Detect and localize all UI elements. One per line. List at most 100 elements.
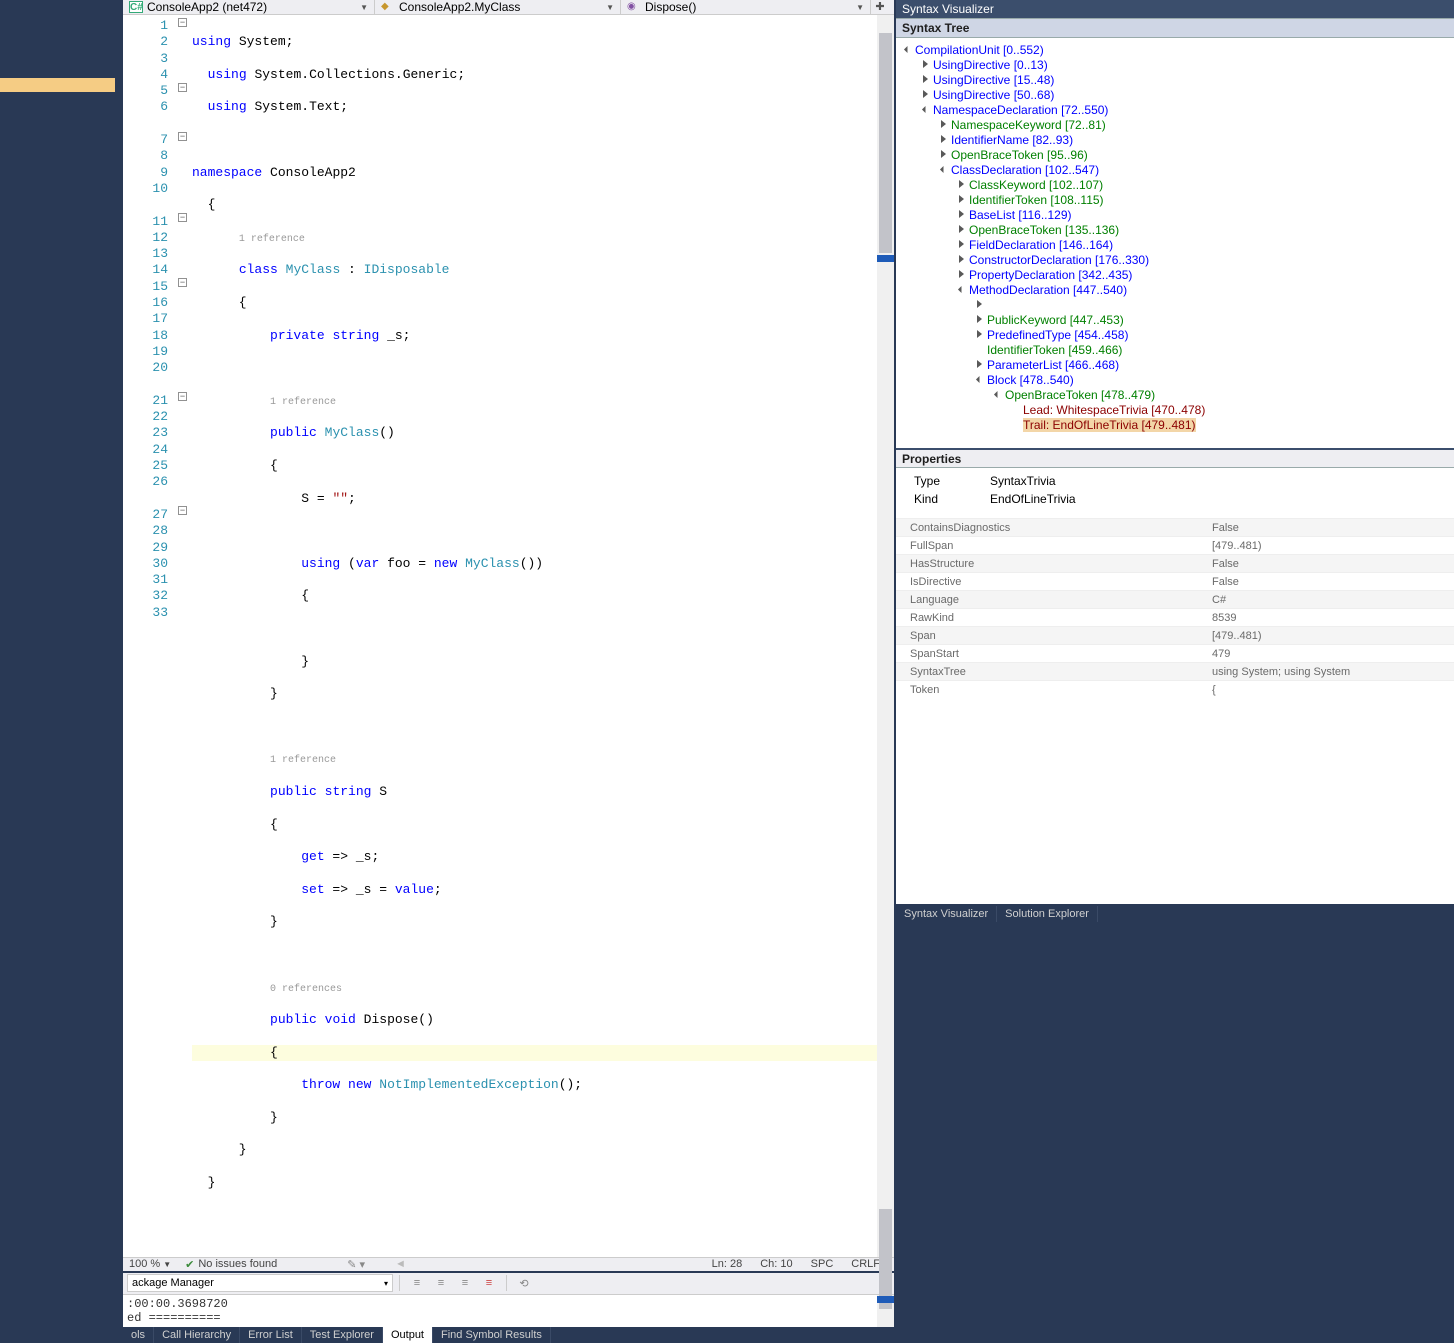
property-grid-row[interactable]: Token{	[896, 680, 1454, 698]
tree-node[interactable]: CompilationUnit [0..552)	[898, 42, 1452, 57]
tab-solution-explorer[interactable]: Solution Explorer	[997, 906, 1098, 922]
tree-twisty-icon[interactable]	[940, 120, 949, 129]
tree-twisty-icon[interactable]	[958, 225, 967, 234]
tree-node[interactable]: OpenBraceToken [135..136)	[898, 222, 1452, 237]
fold-toggle[interactable]	[178, 506, 187, 515]
property-grid-row[interactable]: SpanStart479	[896, 644, 1454, 662]
tree-node[interactable]: BaseList [116..129)	[898, 207, 1452, 222]
fold-toggle[interactable]	[178, 132, 187, 141]
clear-icon[interactable]: ≡	[478, 1274, 500, 1292]
tree-node[interactable]: UsingDirective [50..68)	[898, 87, 1452, 102]
tree-twisty-icon[interactable]	[994, 390, 1003, 399]
tree-node[interactable]: NamespaceDeclaration [72..550)	[898, 102, 1452, 117]
property-grid-row[interactable]: HasStructureFalse	[896, 554, 1454, 572]
tree-twisty-icon[interactable]	[976, 345, 985, 354]
tree-twisty-icon[interactable]	[958, 240, 967, 249]
tab-output[interactable]: Output	[383, 1327, 433, 1343]
tree-twisty-icon[interactable]	[976, 360, 985, 369]
tree-twisty-icon[interactable]	[958, 210, 967, 219]
property-grid-row[interactable]: IsDirectiveFalse	[896, 572, 1454, 590]
tree-twisty-icon[interactable]	[940, 135, 949, 144]
tree-node[interactable]: MethodDeclaration [447..540)	[898, 282, 1452, 297]
tab-tools[interactable]: ols	[123, 1327, 154, 1343]
tree-node[interactable]: Block [478..540)	[898, 372, 1452, 387]
tree-twisty-icon[interactable]	[922, 75, 931, 84]
fold-toggle[interactable]	[178, 18, 187, 27]
vertical-scrollbar[interactable]	[877, 15, 894, 1257]
tab-syntax-visualizer[interactable]: Syntax Visualizer	[896, 906, 997, 922]
output-scrollbar-thumb[interactable]	[879, 1209, 892, 1309]
split-button[interactable]: ✚	[871, 0, 889, 14]
tree-node[interactable]: OpenBraceToken [478..479)	[898, 387, 1452, 402]
tree-node[interactable]: ParameterList [466..468)	[898, 357, 1452, 372]
tree-twisty-icon[interactable]	[922, 60, 931, 69]
tree-twisty-icon[interactable]	[958, 180, 967, 189]
tree-node[interactable]: ConstructorDeclaration [176..330)	[898, 252, 1452, 267]
tree-twisty-icon[interactable]	[1012, 405, 1021, 414]
tree-node[interactable]	[898, 297, 1452, 312]
property-grid-row[interactable]: RawKind8539	[896, 608, 1454, 626]
tree-node[interactable]: IdentifierName [82..93)	[898, 132, 1452, 147]
nav-arrow-left[interactable]: ◄	[395, 1258, 406, 1270]
tree-twisty-icon[interactable]	[1012, 420, 1021, 429]
tree-node[interactable]: ClassKeyword [102..107)	[898, 177, 1452, 192]
code-editor[interactable]: 123456 78910 11121314151617181920 212223…	[123, 15, 894, 1257]
tree-node[interactable]: Lead: WhitespaceTrivia [470..478)	[898, 402, 1452, 417]
tab-error-list[interactable]: Error List	[240, 1327, 302, 1343]
output-scrollbar[interactable]	[877, 1295, 894, 1327]
tree-node[interactable]: FieldDeclaration [146..164)	[898, 237, 1452, 252]
tree-node[interactable]: NamespaceKeyword [72..81)	[898, 117, 1452, 132]
code-content[interactable]: using System; using System.Collections.G…	[192, 15, 877, 1257]
tree-twisty-icon[interactable]	[958, 195, 967, 204]
tree-node[interactable]: Trail: EndOfLineTrivia [479..481)	[898, 417, 1452, 432]
tree-twisty-icon[interactable]	[904, 45, 913, 54]
properties-grid[interactable]: ContainsDiagnosticsFalseFullSpan[479..48…	[896, 518, 1454, 904]
find-icon[interactable]: ≡	[406, 1274, 428, 1292]
tab-find-symbol[interactable]: Find Symbol Results	[433, 1327, 551, 1343]
fold-toggle[interactable]	[178, 83, 187, 92]
fold-toggle[interactable]	[178, 392, 187, 401]
tree-twisty-icon[interactable]	[940, 165, 949, 174]
tab-call-hierarchy[interactable]: Call Hierarchy	[154, 1327, 240, 1343]
zoom-dropdown[interactable]: 100 % ▼	[129, 1258, 171, 1270]
property-grid-row[interactable]: SyntaxTreeusing System; using System	[896, 662, 1454, 680]
tree-twisty-icon[interactable]	[922, 105, 931, 114]
property-grid-row[interactable]: LanguageC#	[896, 590, 1454, 608]
property-grid-row[interactable]: FullSpan[479..481)	[896, 536, 1454, 554]
fold-toggle[interactable]	[178, 213, 187, 222]
tree-twisty-icon[interactable]	[976, 315, 985, 324]
nav-project-dropdown[interactable]: C# ConsoleApp2 (net472) ▼	[123, 0, 375, 14]
scrollbar-thumb[interactable]	[879, 33, 892, 253]
nav-member-dropdown[interactable]: ◉ Dispose() ▼	[621, 0, 871, 14]
nav-class-dropdown[interactable]: ◆ ConsoleApp2.MyClass ▼	[375, 0, 621, 14]
tree-twisty-icon[interactable]	[976, 300, 985, 309]
tree-node[interactable]: PredefinedType [454..458)	[898, 327, 1452, 342]
property-grid-row[interactable]: ContainsDiagnosticsFalse	[896, 518, 1454, 536]
prev-icon[interactable]: ≡	[430, 1274, 452, 1292]
tree-node[interactable]: IdentifierToken [108..115)	[898, 192, 1452, 207]
analysis-icon[interactable]: ✎ ▾	[347, 1258, 365, 1271]
tree-node[interactable]: UsingDirective [0..13)	[898, 57, 1452, 72]
issues-ok-icon: ✔	[185, 1258, 194, 1271]
property-grid-row[interactable]: Span[479..481)	[896, 626, 1454, 644]
tree-twisty-icon[interactable]	[976, 330, 985, 339]
output-source-dropdown[interactable]: ackage Manager ▾	[127, 1274, 393, 1292]
tree-node[interactable]: ClassDeclaration [102..547)	[898, 162, 1452, 177]
tab-test-explorer[interactable]: Test Explorer	[302, 1327, 383, 1343]
tree-node[interactable]: IdentifierToken [459..466)	[898, 342, 1452, 357]
next-icon[interactable]: ≡	[454, 1274, 476, 1292]
wrap-icon[interactable]: ⟲	[513, 1274, 535, 1292]
tree-twisty-icon[interactable]	[940, 150, 949, 159]
tree-node[interactable]: PropertyDeclaration [342..435)	[898, 267, 1452, 282]
syntax-tree[interactable]: CompilationUnit [0..552)UsingDirective […	[896, 38, 1454, 448]
tree-node[interactable]: OpenBraceToken [95..96)	[898, 147, 1452, 162]
tree-twisty-icon[interactable]	[958, 255, 967, 264]
tree-node[interactable]: PublicKeyword [447..453)	[898, 312, 1452, 327]
tree-node[interactable]: UsingDirective [15..48)	[898, 72, 1452, 87]
tree-twisty-icon[interactable]	[958, 285, 967, 294]
tree-twisty-icon[interactable]	[958, 270, 967, 279]
fold-toggle[interactable]	[178, 278, 187, 287]
output-content[interactable]: :00:00.3698720 ed ==========	[123, 1295, 894, 1327]
tree-twisty-icon[interactable]	[922, 90, 931, 99]
tree-twisty-icon[interactable]	[976, 375, 985, 384]
